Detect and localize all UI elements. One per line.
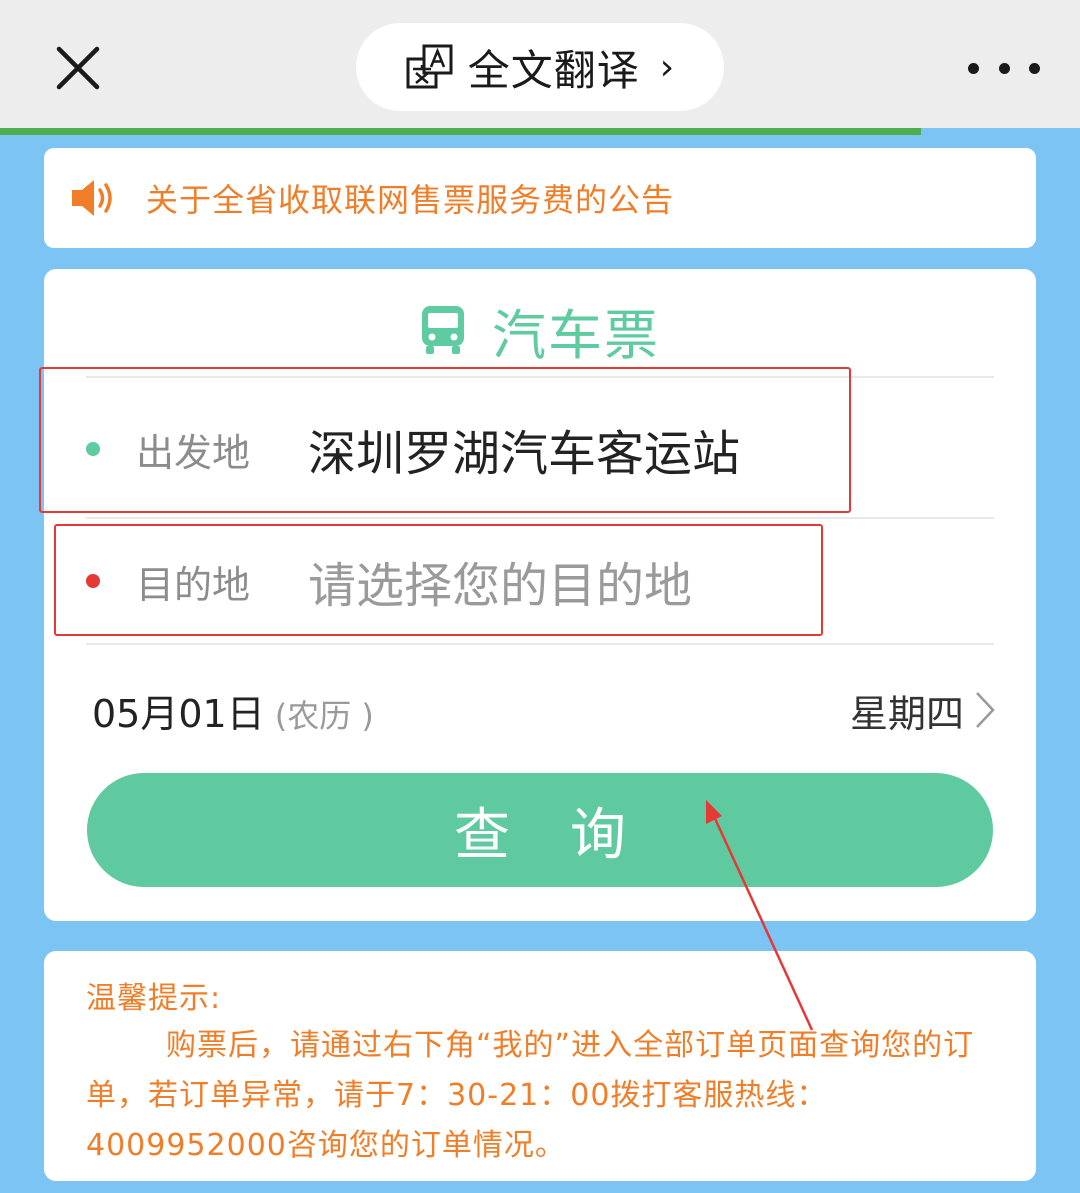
tips-panel: 温馨提示: 购票后，请通过右下角“我的”进入全部订单页面查询您的订单，若订单异常…: [44, 951, 1036, 1181]
chevron-right-icon: ›: [659, 46, 675, 88]
query-button[interactable]: 查询: [87, 773, 993, 887]
full-text-translate-button[interactable]: 全文翻译 ›: [356, 23, 724, 111]
lunar-date: (农历 ): [274, 696, 374, 735]
translate-label: 全文翻译: [467, 45, 640, 95]
more-dot: [998, 62, 1010, 74]
translate-icon: [406, 44, 453, 89]
weekday: 星期四: [849, 691, 964, 736]
more-dot: [1029, 62, 1040, 74]
tips-body: 购票后，请通过右下角“我的”进入全部订单页面查询您的订单，若订单异常，请于7：3…: [86, 1028, 975, 1163]
more-options-button[interactable]: [968, 48, 1040, 88]
ticket-type-title: 汽车票: [492, 303, 660, 367]
destination-highlight-box: [54, 524, 823, 636]
speaker-icon: [72, 180, 112, 216]
origin-highlight-box: [39, 367, 851, 513]
date-selector[interactable]: 05月01日 (农历 ) 星期四: [92, 680, 996, 740]
divider: [86, 643, 994, 645]
announcement-text: 关于全省收取联网售票服务费的公告: [146, 181, 675, 219]
close-icon: [56, 46, 100, 90]
divider: [86, 517, 994, 519]
announcement-banner[interactable]: 关于全省收取联网售票服务费的公告: [44, 148, 1036, 248]
ticket-type-header: 汽车票: [0, 290, 1080, 370]
travel-date: 05月01日: [92, 691, 265, 736]
close-button[interactable]: [48, 38, 108, 98]
load-progress-bar: [0, 128, 922, 135]
bus-icon: [422, 306, 464, 354]
tips-heading: 温馨提示:: [86, 981, 222, 1016]
browser-topbar: 全文翻译 ›: [0, 0, 1080, 128]
chevron-right-icon: [976, 692, 995, 728]
more-dot: [968, 62, 979, 74]
